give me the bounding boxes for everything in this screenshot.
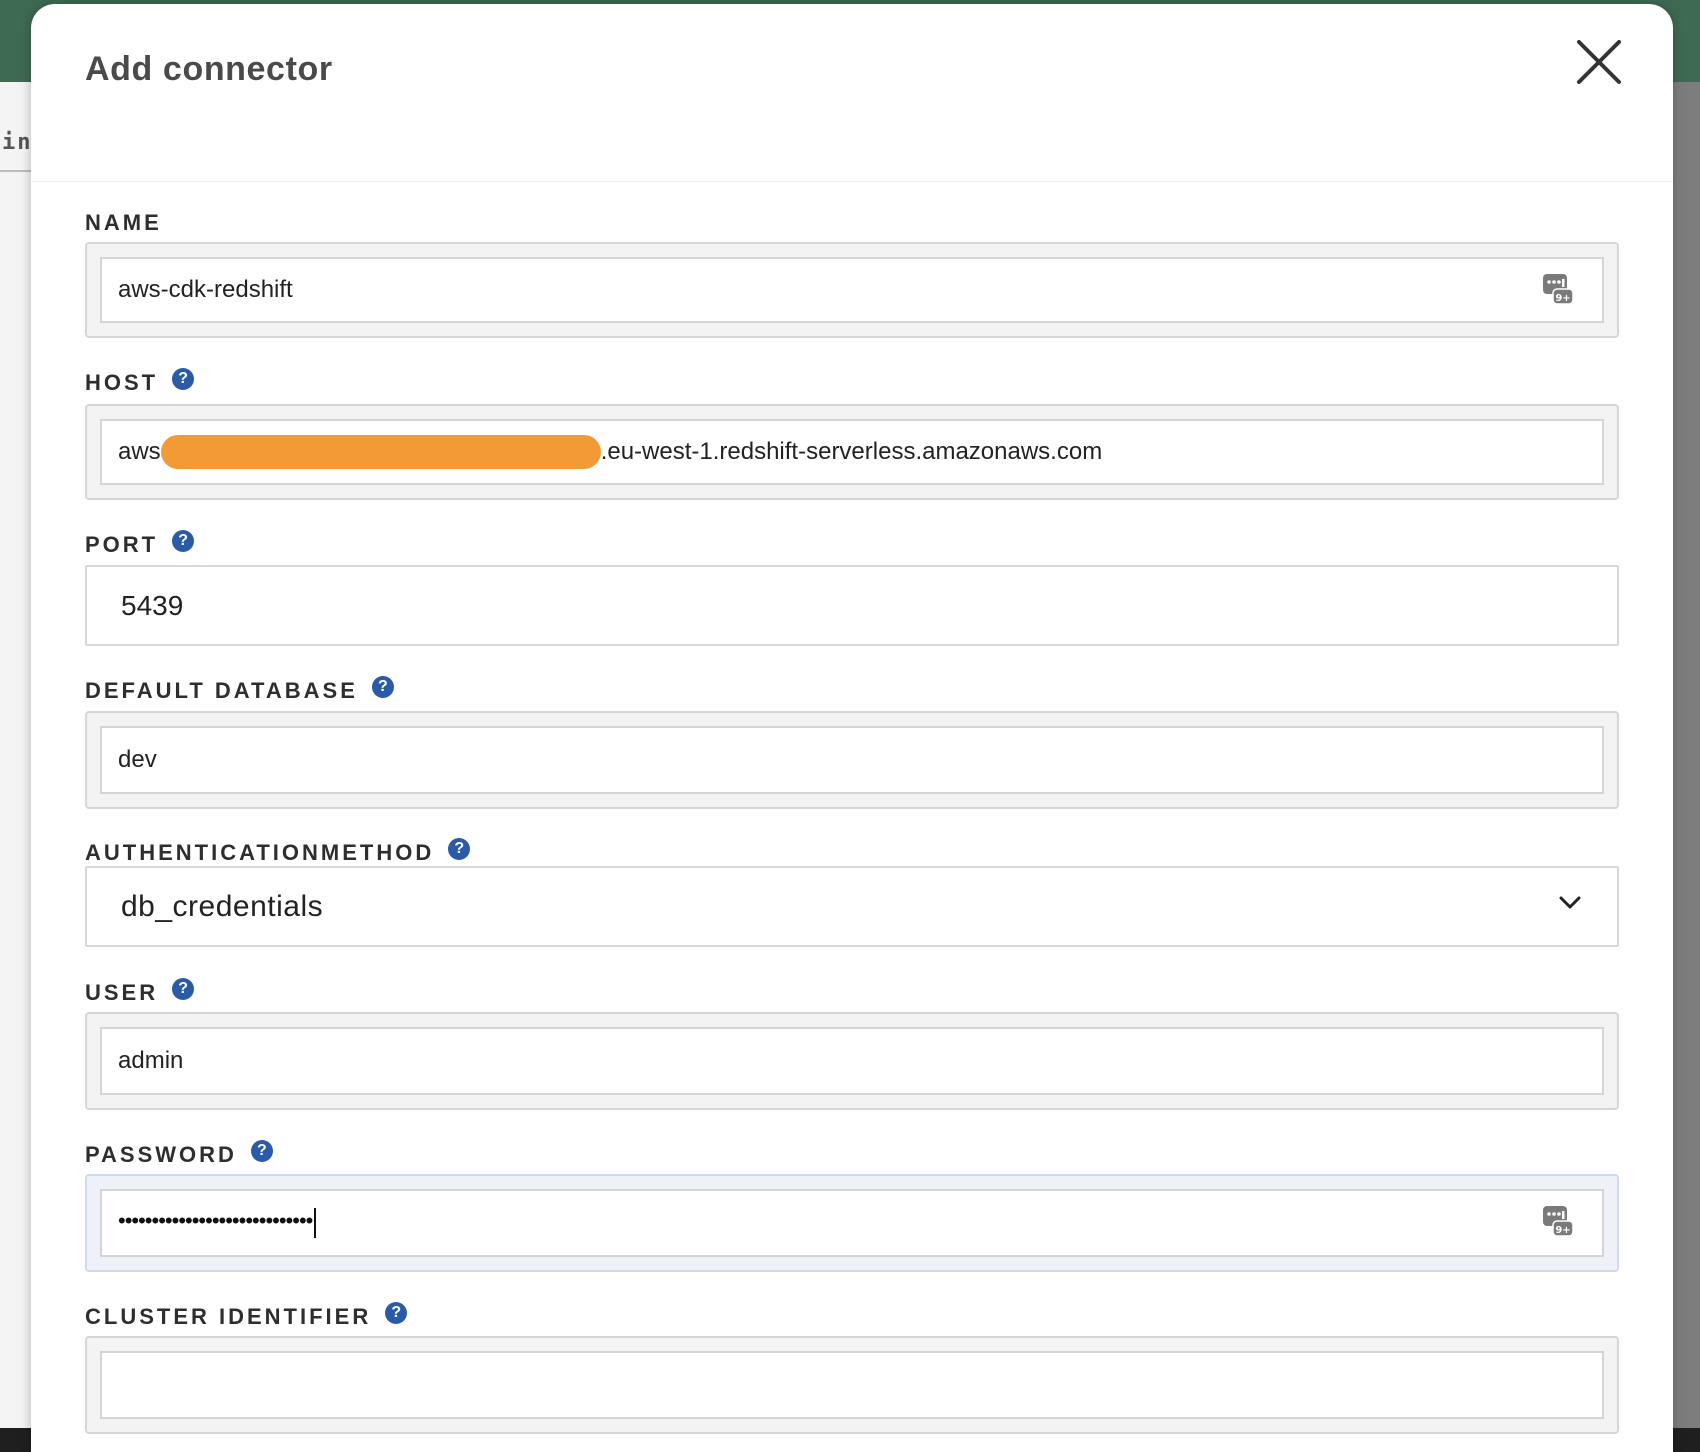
- authentication-method-label-text: AUTHENTICATIONMETHOD: [85, 840, 435, 865]
- text-caret: [314, 1208, 317, 1238]
- add-connector-modal: Add connector NAME aws-cdk-redshift 9+ H…: [31, 4, 1673, 1452]
- default-database-input[interactable]: dev: [100, 726, 1604, 794]
- user-field-frame: admin: [85, 1012, 1619, 1110]
- password-help-icon[interactable]: ?: [250, 1140, 273, 1162]
- name-input[interactable]: aws-cdk-redshift 9+: [100, 257, 1604, 323]
- host-input[interactable]: aws .eu-west-1.redshift-serverless.amazon…: [100, 419, 1604, 485]
- name-input-value: aws-cdk-redshift: [118, 276, 293, 303]
- keyboard-autofill-icon[interactable]: 9+: [1542, 271, 1574, 305]
- host-help-icon[interactable]: ?: [172, 368, 195, 390]
- default-database-input-value: dev: [118, 746, 157, 773]
- cluster-identifier-help-icon[interactable]: ?: [385, 1302, 408, 1324]
- svg-text:9+: 9+: [1555, 293, 1570, 304]
- name-field-frame: aws-cdk-redshift 9+: [85, 242, 1619, 338]
- name-label: NAME: [85, 210, 162, 236]
- svg-text:9+: 9+: [1555, 1225, 1570, 1236]
- cluster-identifier-input[interactable]: [100, 1351, 1604, 1419]
- redaction-mark: [160, 435, 601, 469]
- authentication-method-help-icon[interactable]: ?: [448, 838, 471, 860]
- user-input-value: admin: [118, 1047, 184, 1074]
- close-icon: [1577, 40, 1621, 84]
- host-value-prefix: aws: [118, 438, 161, 465]
- password-label: PASSWORD ?: [85, 1140, 273, 1168]
- port-label: PORT ?: [85, 530, 195, 558]
- background-left-panel: [0, 82, 31, 1452]
- authentication-method-selected-value: db_credentials: [121, 889, 324, 923]
- host-label-text: HOST: [85, 370, 159, 395]
- cluster-identifier-label: CLUSTER IDENTIFIER ?: [85, 1302, 408, 1330]
- cluster-identifier-label-text: CLUSTER IDENTIFIER: [85, 1304, 372, 1329]
- keyboard-autofill-icon[interactable]: 9+: [1542, 1203, 1574, 1237]
- port-label-text: PORT: [85, 532, 159, 557]
- host-value-suffix: .eu-west-1.redshift-serverless.amazonaws…: [600, 438, 1103, 465]
- modal-title: Add connector: [85, 50, 333, 88]
- default-database-label: DEFAULT DATABASE ?: [85, 676, 394, 704]
- default-database-label-text: DEFAULT DATABASE: [85, 678, 358, 703]
- password-masked-value: •••••••••••••••••••••••••••••: [118, 1208, 313, 1233]
- host-label: HOST ?: [85, 368, 195, 396]
- password-field-frame: ••••••••••••••••••••••••••••• 9+: [85, 1174, 1619, 1272]
- background-divider: [0, 170, 31, 172]
- default-database-help-icon[interactable]: ?: [371, 676, 394, 698]
- close-button[interactable]: [1571, 34, 1627, 90]
- modal-header: Add connector: [31, 4, 1673, 182]
- authentication-method-label: AUTHENTICATIONMETHOD ?: [85, 838, 471, 866]
- authentication-method-select[interactable]: db_credentials: [85, 866, 1619, 947]
- user-input[interactable]: admin: [100, 1027, 1604, 1095]
- password-label-text: PASSWORD: [85, 1142, 237, 1167]
- host-field-frame: aws .eu-west-1.redshift-serverless.amazon…: [85, 404, 1619, 500]
- cluster-identifier-field-frame: [85, 1336, 1619, 1434]
- port-help-icon[interactable]: ?: [172, 530, 195, 552]
- user-label-text: USER: [85, 980, 159, 1005]
- chevron-down-icon: [1559, 896, 1581, 909]
- port-input-value: 5439: [121, 589, 184, 621]
- name-label-text: NAME: [85, 210, 162, 235]
- user-help-icon[interactable]: ?: [172, 978, 195, 1000]
- user-label: USER ?: [85, 978, 195, 1006]
- password-input[interactable]: ••••••••••••••••••••••••••••• 9+: [100, 1189, 1604, 1257]
- default-database-field-frame: dev: [85, 711, 1619, 809]
- port-input[interactable]: 5439: [85, 565, 1619, 646]
